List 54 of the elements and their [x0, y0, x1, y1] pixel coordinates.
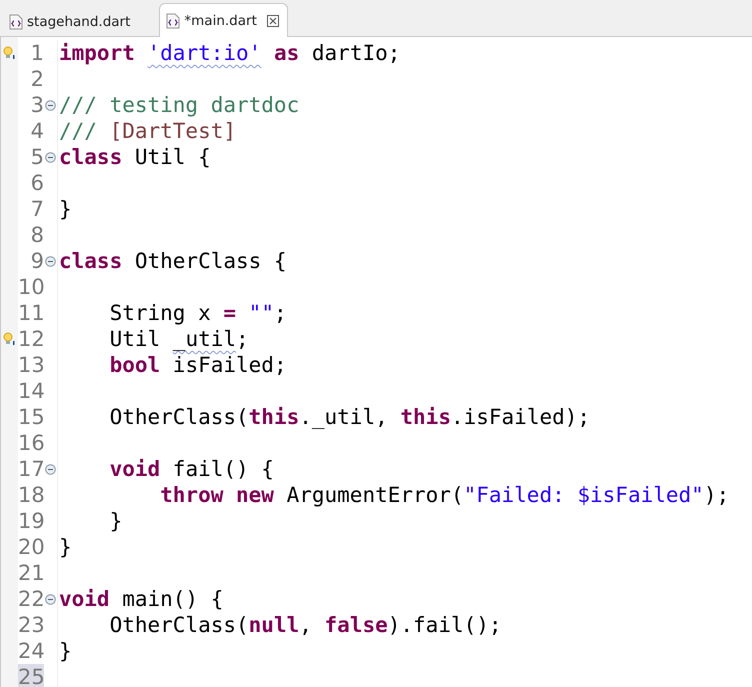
code-line: bool isFailed;	[108, 352, 287, 378]
code-line: throw new ArgumentError("Failed: $isFailed");	[159, 482, 730, 508]
line-number: 19	[18, 508, 44, 534]
code-line: /// testing dartdoc	[58, 92, 300, 118]
line-number: 7	[30, 196, 44, 222]
code-line: Util _util;	[108, 326, 249, 352]
lightbulb-icon[interactable]	[3, 46, 16, 60]
dart-file-icon	[9, 14, 23, 30]
close-icon[interactable]	[266, 14, 279, 26]
dart-file-icon	[166, 12, 180, 28]
line-number: 20	[18, 534, 44, 560]
collapse-icon[interactable]	[45, 594, 56, 604]
code-line: OtherClass(this._util, this.isFailed);	[108, 404, 590, 430]
line-number: 21	[18, 560, 44, 586]
line-number: 22	[18, 586, 44, 612]
code-line: String x = "";	[108, 300, 287, 326]
line-number: 13	[18, 352, 44, 378]
code-line: /// [DartTest]	[58, 118, 236, 144]
code-line: OtherClass(null, false).fail();	[108, 612, 502, 638]
line-number: 14	[18, 378, 44, 404]
line-number: 25	[18, 664, 44, 687]
line-number: 9	[30, 248, 44, 274]
line-number: 18	[18, 482, 44, 508]
editor-tab[interactable]: stagehand.dart	[2, 6, 140, 36]
code-line: void main() {	[58, 586, 224, 612]
line-number: 24	[18, 638, 44, 664]
code-line: }	[58, 196, 72, 222]
line-number: 23	[18, 612, 44, 638]
editor-tab[interactable]: *main.dart	[159, 3, 288, 37]
line-number: 16	[18, 430, 44, 456]
code-line: }	[58, 638, 72, 664]
collapse-icon[interactable]	[45, 464, 56, 474]
collapse-icon[interactable]	[45, 100, 56, 110]
line-number: 5	[30, 144, 44, 170]
line-number: 11	[18, 300, 44, 326]
line-number: 8	[30, 222, 44, 248]
line-number: 1	[30, 40, 44, 66]
line-number: 4	[30, 118, 44, 144]
line-number: 12	[18, 326, 44, 352]
collapse-icon[interactable]	[45, 152, 56, 162]
line-number: 10	[18, 274, 44, 300]
code-line: }	[108, 508, 122, 534]
code-line: import 'dart:io' as dartIo;	[58, 40, 400, 66]
lightbulb-icon[interactable]	[3, 332, 16, 346]
code-line: class OtherClass {	[58, 248, 287, 274]
line-number: 17	[18, 456, 44, 482]
collapse-icon[interactable]	[45, 256, 56, 266]
line-number: 3	[30, 92, 44, 118]
line-number: 6	[30, 170, 44, 196]
code-line: class Util {	[58, 144, 211, 170]
line-number: 15	[18, 404, 44, 430]
code-line: }	[58, 534, 72, 560]
code-line: void fail() {	[108, 456, 274, 482]
line-number: 2	[30, 66, 44, 92]
